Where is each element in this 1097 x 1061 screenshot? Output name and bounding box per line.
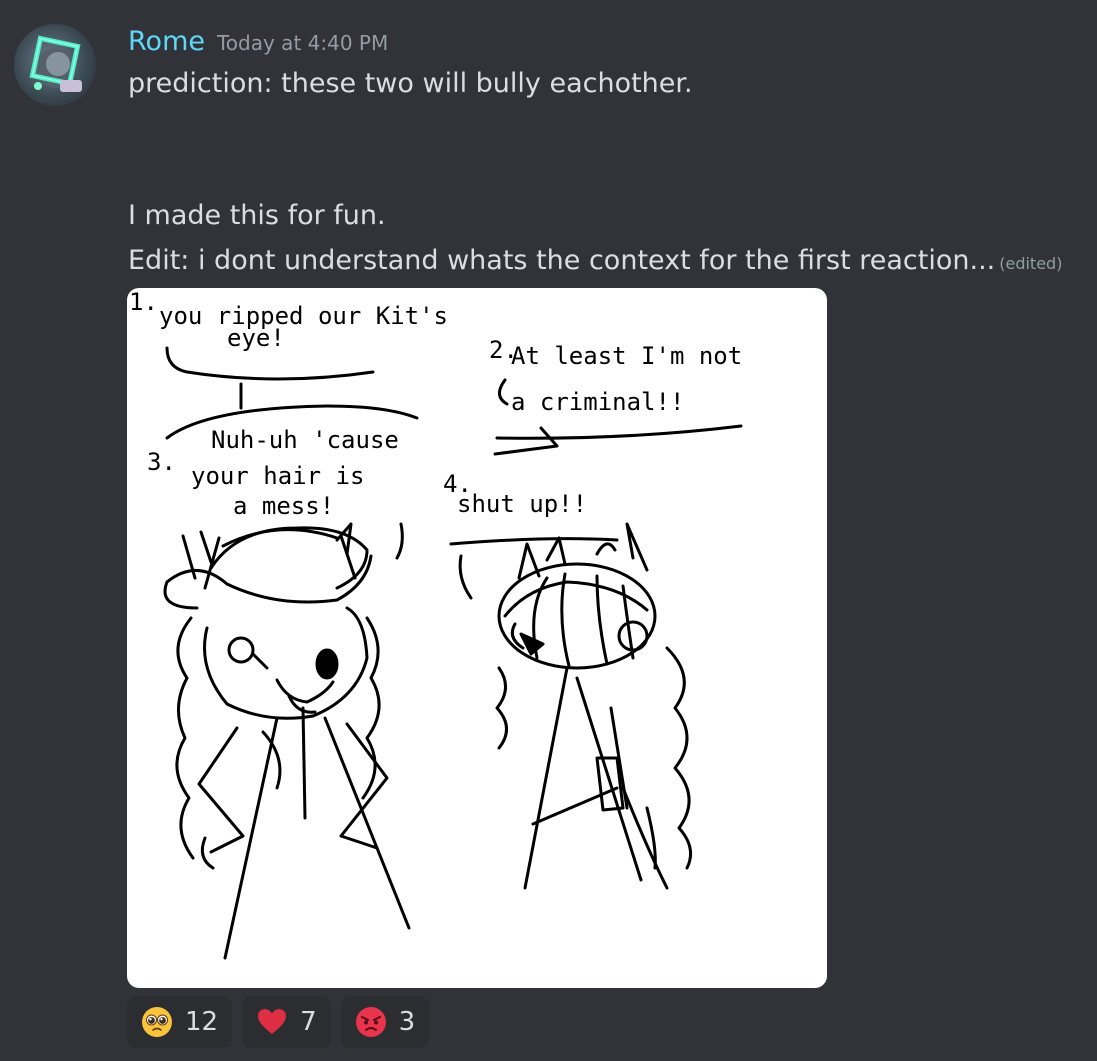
message-line: I made this for fun. [128,200,386,231]
edited-label: (edited) [999,254,1063,273]
reaction-angry[interactable]: 3 [340,996,430,1048]
reactions-bar: 12 7 3 [127,996,430,1048]
message-header: Rome Today at 4:40 PM [128,26,388,57]
speech-text: you ripped our Kit's [159,302,448,330]
author-name[interactable]: Rome [128,26,205,57]
pleading-face-emoji [142,1007,172,1037]
panel-number: 3. [147,448,176,476]
angry-face-emoji [355,1007,386,1037]
message-line: prediction: these two will bully eachoth… [128,68,693,99]
drawing-image: 1. you ripped our Kit's eye! 2. At least… [129,288,743,960]
reaction-pleading[interactable]: 12 [127,996,233,1048]
message-line-edit: Edit: i dont understand whats the contex… [128,245,1062,276]
speech-text: your hair is [191,462,364,490]
avatar-image [29,35,82,92]
speech-text: a mess! [233,492,334,520]
red-heart-emoji [258,1009,287,1034]
speech-text: shut up!! [457,490,587,518]
image-attachment[interactable]: 1. you ripped our Kit's eye! 2. At least… [127,288,827,988]
panel-number: 1. [129,288,158,316]
reaction-count: 7 [300,1007,317,1037]
chat-message: Rome Today at 4:40 PM prediction: these t… [0,0,1097,1061]
speech-text: Nuh-uh 'cause [211,426,399,454]
reaction-heart[interactable]: 7 [242,996,331,1048]
message-line-text: Edit: i dont understand whats the contex… [128,245,996,276]
speech-text: a criminal!! [511,388,684,416]
reaction-count: 3 [398,1007,416,1037]
speech-text: At least I'm not [511,342,742,370]
speech-text: eye! [227,324,285,352]
reaction-count: 12 [185,1007,219,1037]
avatar[interactable] [14,24,96,106]
message-timestamp: Today at 4:40 PM [216,31,389,55]
